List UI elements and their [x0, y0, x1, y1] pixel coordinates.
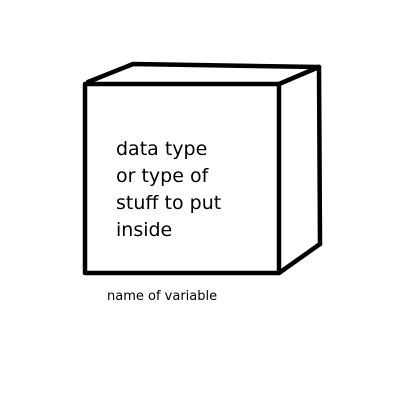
box-side-bottom-edge — [276, 241, 323, 276]
variable-name-caption: name of variable — [107, 289, 218, 304]
box-side-back-edge — [316, 64, 323, 247]
box-label-line: data type — [116, 138, 208, 160]
box-label: data type or type of stuff to put inside — [116, 136, 266, 244]
box-top-right-edge — [276, 64, 322, 87]
box-label-line: or type of — [116, 165, 209, 187]
diagram-canvas: data type or type of stuff to put inside… — [0, 0, 405, 404]
box-label-line: stuff to put — [116, 192, 222, 214]
box-label-line: inside — [116, 219, 173, 241]
